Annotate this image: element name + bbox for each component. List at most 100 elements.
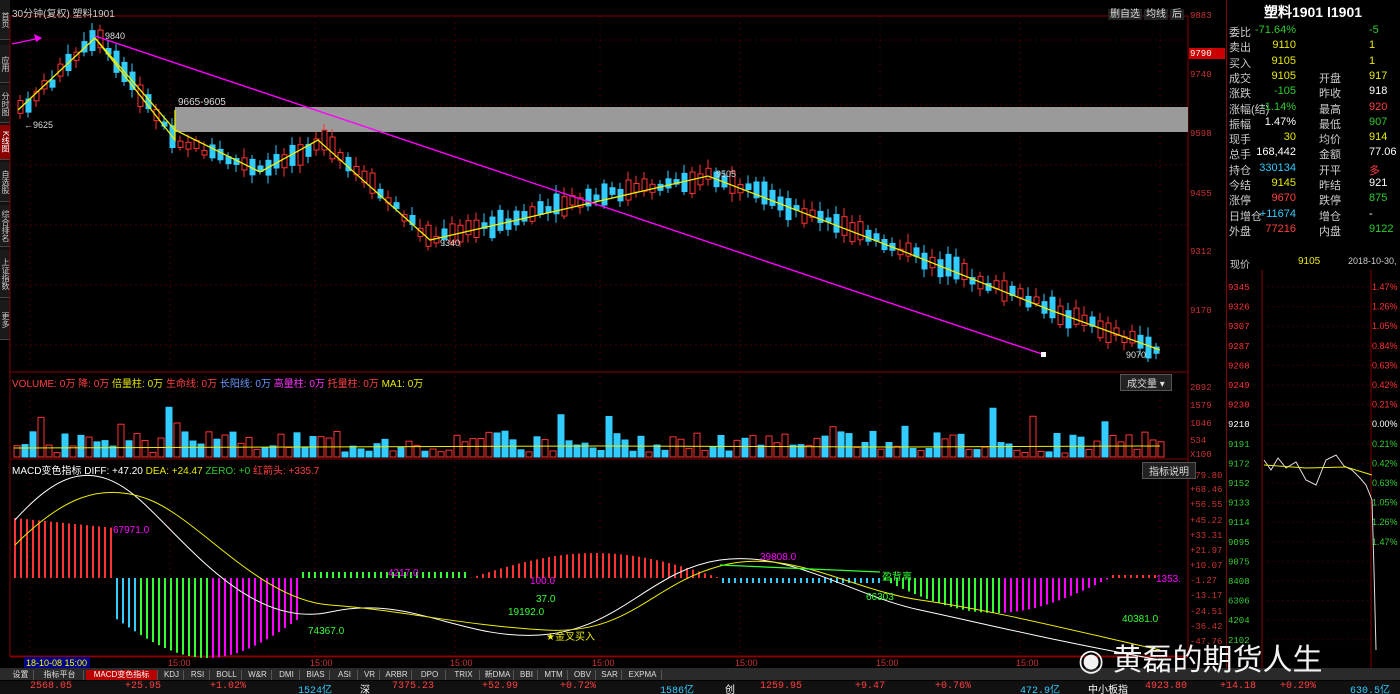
macd-label: 19192.0: [508, 607, 545, 618]
candle-body: [857, 221, 864, 241]
indicator-tab[interactable]: ASI: [332, 670, 358, 680]
intraday-left-label: 4204: [1228, 616, 1250, 626]
volume-bar: [1061, 452, 1069, 458]
indicator-help-button[interactable]: 指标说明: [1142, 462, 1196, 479]
volume-bar: [341, 451, 349, 458]
back-button[interactable]: 后: [1170, 9, 1184, 20]
indicator-tab[interactable]: 设置: [8, 670, 34, 680]
volume-bar: [397, 446, 405, 458]
indicator-tab[interactable]: MTM: [540, 670, 568, 680]
gao-label: 高量柱: 0万: [273, 379, 325, 390]
intraday-chart[interactable]: 9345 9326 9307 9287 9268 9249 9230 9210 9191 9172…: [1226, 270, 1400, 668]
time-axis-label: 15:00: [735, 658, 758, 668]
macd-green-line: [719, 564, 881, 573]
volume-bar: [181, 431, 189, 458]
indicator-tab[interactable]: RSI: [186, 670, 210, 680]
volume-bar: [29, 431, 37, 458]
candle-body: [1145, 336, 1152, 359]
price-axis-label: 9455: [1190, 189, 1212, 199]
volume-bar: [845, 433, 853, 458]
volume-select-button[interactable]: 成交量 ▾: [1120, 374, 1172, 391]
candle-body: [201, 150, 208, 156]
candle-body: [49, 79, 56, 88]
quote-value2: 9122: [1369, 222, 1394, 235]
intraday-price: 9105: [1298, 256, 1321, 267]
price-axis-label: 9312: [1190, 247, 1212, 257]
ma-toggle-button[interactable]: 均线: [1144, 9, 1168, 20]
macd-label: 1353.: [1156, 574, 1181, 585]
indicator-tab[interactable]: 新DMA: [482, 670, 514, 680]
intraday-left-label: 9210: [1228, 420, 1250, 430]
volume-bar: [869, 430, 877, 458]
macd-axis-label: +33.31: [1190, 531, 1222, 541]
quote-key: 外盘: [1229, 225, 1251, 238]
zx-index: 4923.80: [1145, 681, 1188, 692]
quote-key2: 昨结: [1319, 180, 1341, 192]
main-chart[interactable]: 9883 9790 9740 9598 9455 9312 9170 9840 ←9625 966…: [0, 0, 1226, 668]
intraday-left-label: 9152: [1228, 479, 1250, 489]
quote-key: 涨停: [1229, 195, 1251, 208]
indicator-tab[interactable]: 指标平台: [36, 670, 84, 680]
volume-bar: [1029, 415, 1037, 458]
volume-bar: [517, 449, 525, 458]
candle-body: [633, 182, 640, 193]
intraday-left-label: 9075: [1228, 557, 1250, 567]
indicator-tab[interactable]: EXPMA: [624, 670, 662, 680]
indicator-tab[interactable]: DPO: [414, 670, 446, 680]
quote-key: 卖出: [1229, 42, 1251, 55]
volume-bar: [997, 442, 1005, 458]
indicator-tab[interactable]: OBV: [570, 670, 596, 680]
indicator-tab[interactable]: W&R: [244, 670, 272, 680]
indicator-tab[interactable]: BBI: [516, 670, 538, 680]
volume-bar: [1101, 421, 1109, 458]
quote-row: 日增仓 +11674 增仓 -: [1229, 208, 1400, 223]
tuo-label: 托量柱: 0万: [327, 379, 379, 390]
macd-label: 100.0: [530, 576, 555, 587]
volume-bar: [1149, 439, 1157, 458]
indicator-tab[interactable]: BOLL: [212, 670, 242, 680]
volume-bar: [357, 448, 365, 458]
indicator-tab[interactable]: ARBR: [382, 670, 412, 680]
macd-label: 盈背离: [882, 570, 912, 583]
quote-key: 现手: [1229, 134, 1251, 147]
volume-bar: [477, 438, 485, 458]
mid-low-label: 9340: [440, 238, 460, 248]
volume-bar: [1053, 432, 1061, 458]
quote-value: -71.64%: [1255, 24, 1296, 36]
quote-value2: 多: [1369, 164, 1380, 177]
intraday-left-label: 9307: [1228, 322, 1250, 332]
indicator-tab[interactable]: VR: [360, 670, 380, 680]
macd-axis-label: +45.22: [1190, 516, 1222, 526]
intraday-right-label: 0.84%: [1372, 341, 1398, 351]
indicator-tab[interactable]: KDJ: [160, 670, 184, 680]
remove-watchlist-button[interactable]: 删自选: [1108, 9, 1142, 20]
quote-key2: 开盘: [1319, 72, 1341, 85]
quote-value2: 921: [1369, 177, 1388, 189]
indicator-tab[interactable]: MACD变色指标: [86, 670, 158, 680]
volume-bar: [165, 406, 173, 458]
chang-label: 长阳线: 0万: [219, 379, 271, 390]
volume-bar: [645, 451, 653, 458]
resistance-zone: [175, 107, 1188, 132]
weibo-icon: ◉: [1078, 644, 1105, 677]
volume-bar: [701, 449, 709, 458]
indicator-tab[interactable]: BIAS: [302, 670, 330, 680]
volume-bar: [93, 441, 101, 458]
cy-pct: +0.76%: [935, 681, 972, 692]
macd-axis-label: +68.46: [1190, 485, 1222, 495]
volume-bar: [781, 433, 789, 458]
candle-body: [609, 187, 616, 195]
volume-bar: [533, 436, 541, 458]
quote-row: 振幅 1.47% 最低 907: [1229, 116, 1400, 131]
macd-header: MACD变色指标 DIFF: +47.20 DEA: +24.47 ZERO: …: [12, 462, 319, 477]
indicator-tab[interactable]: SAR: [598, 670, 622, 680]
volume-bar: [429, 448, 437, 458]
indicator-tab[interactable]: TRIX: [448, 670, 480, 680]
volume-bar: [37, 416, 45, 458]
volume-bar: [893, 445, 901, 458]
sz-label: 深: [360, 686, 370, 694]
intraday-left-label: 9114: [1228, 518, 1250, 528]
volume-bar: [709, 446, 717, 458]
indicator-tab[interactable]: DMI: [274, 670, 300, 680]
macd-axis-label: -1.27: [1190, 576, 1217, 586]
